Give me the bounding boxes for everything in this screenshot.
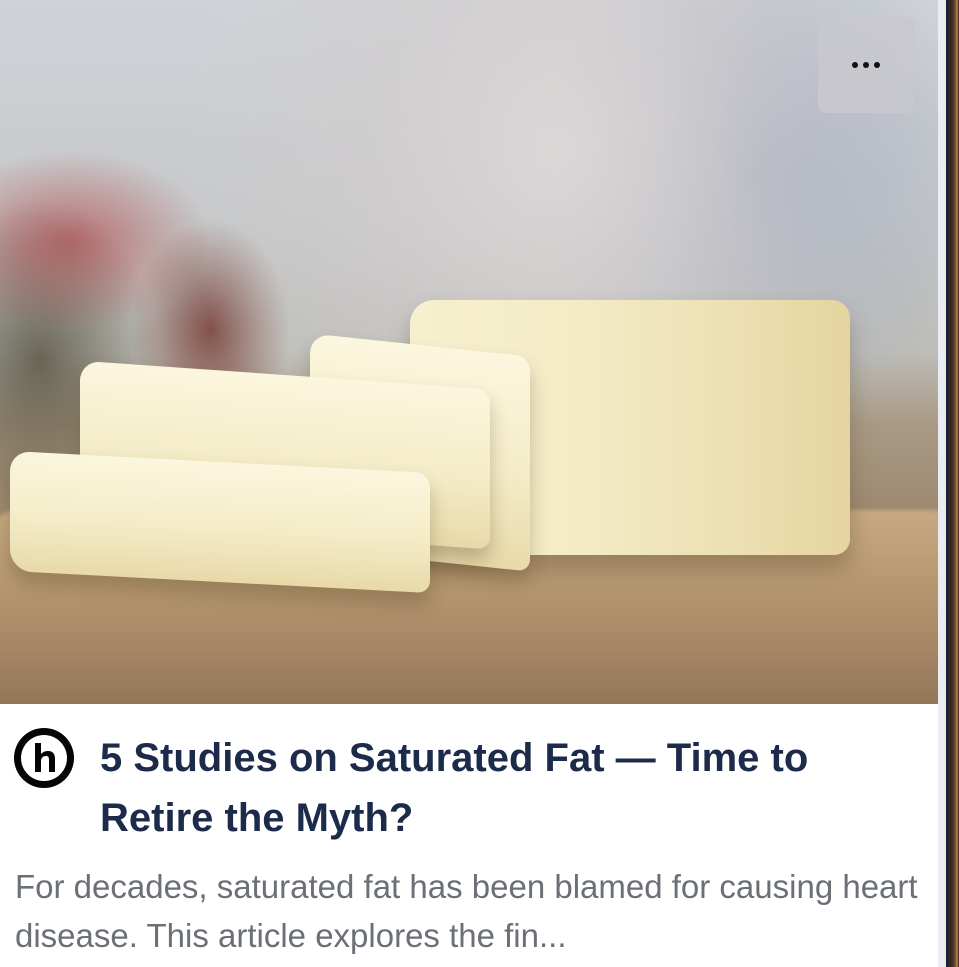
adjacent-card-edge [938,0,959,967]
more-horizontal-icon [852,62,880,68]
article-card[interactable]: 5 Studies on Saturated Fat — Time to Ret… [0,0,938,967]
butter-slice [10,450,430,594]
article-meta: 5 Studies on Saturated Fat — Time to Ret… [0,704,938,967]
article-description: For decades, saturated fat has been blam… [15,868,918,954]
publisher-logo-h-icon [21,735,67,781]
article-title[interactable]: 5 Studies on Saturated Fat — Time to Ret… [100,728,920,848]
more-options-button[interactable] [818,17,914,113]
article-hero-image[interactable] [0,0,938,704]
publisher-logo-icon[interactable] [14,728,74,788]
